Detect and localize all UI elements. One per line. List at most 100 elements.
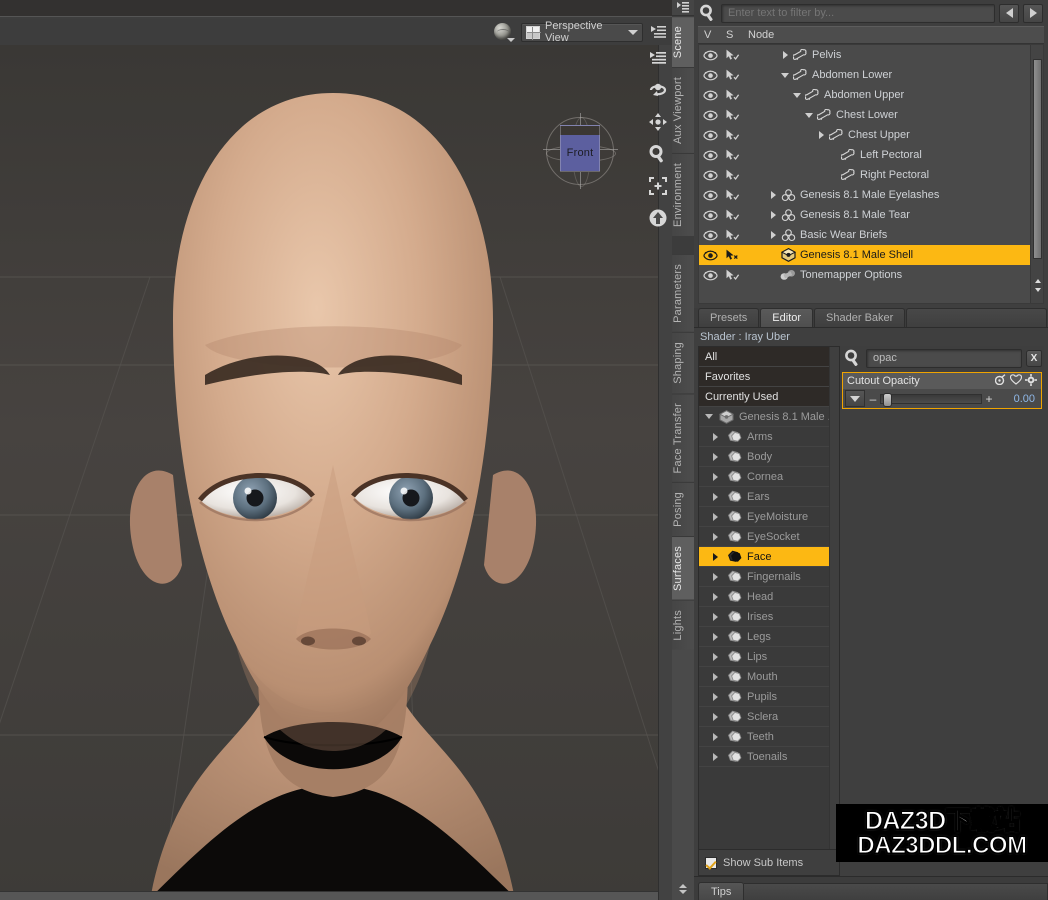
tab-tips[interactable]: Tips (698, 882, 744, 900)
scene-tree-row[interactable]: Genesis 8.1 Male Tear (699, 205, 1043, 225)
scene-tree-row[interactable]: Chest Upper (699, 125, 1043, 145)
pane-options-icon[interactable] (672, 0, 694, 16)
eye-visibility-icon[interactable] (699, 230, 721, 241)
right-arrow-icon[interactable] (1023, 4, 1043, 23)
surface-list-item[interactable]: EyeSocket (699, 527, 839, 547)
chevron-down-icon[interactable] (779, 73, 791, 78)
surface-list-item[interactable]: Lips (699, 647, 839, 667)
search-icon[interactable] (844, 349, 862, 367)
viewport-options-icon[interactable] (648, 22, 668, 42)
frame-selection-icon[interactable] (648, 176, 668, 196)
left-arrow-icon[interactable] (999, 4, 1019, 23)
chevron-right-icon[interactable] (713, 693, 725, 701)
search-icon[interactable] (699, 4, 717, 22)
selectable-cursor-icon[interactable] (721, 109, 743, 121)
eye-visibility-icon[interactable] (699, 170, 721, 181)
surface-list-item[interactable]: Teeth (699, 727, 839, 747)
scene-tree-row[interactable]: Left Pectoral (699, 145, 1043, 165)
scene-tree-row[interactable]: Basic Wear Briefs (699, 225, 1043, 245)
eye-visibility-icon[interactable] (699, 150, 721, 161)
clear-search-button[interactable]: X (1026, 350, 1042, 367)
favorite-heart-icon[interactable] (1010, 374, 1022, 388)
selectable-cursor-icon[interactable] (721, 209, 743, 221)
selectable-cursor-icon[interactable] (721, 249, 743, 261)
property-search-input[interactable] (866, 349, 1022, 368)
scene-filter-input[interactable] (721, 4, 995, 23)
tab-environment[interactable]: Environment (672, 153, 694, 236)
scene-tree-row[interactable]: Tonemapper Options (699, 265, 1043, 285)
tab-scene[interactable]: Scene (672, 16, 694, 67)
eye-visibility-icon[interactable] (699, 210, 721, 221)
surface-list-item[interactable]: Favorites (699, 367, 839, 387)
selectable-cursor-icon[interactable] (721, 189, 743, 201)
selectable-cursor-icon[interactable] (721, 69, 743, 81)
reset-camera-icon[interactable] (648, 208, 668, 228)
scene-tree-row[interactable]: Genesis 8.1 Male Eyelashes (699, 185, 1043, 205)
chevron-right-icon[interactable] (713, 613, 725, 621)
surface-list-item[interactable]: Ears (699, 487, 839, 507)
surface-list-item[interactable]: Irises (699, 607, 839, 627)
surface-list-item[interactable]: Face (699, 547, 839, 567)
tab-editor[interactable]: Editor (760, 308, 813, 327)
eye-visibility-icon[interactable] (699, 50, 721, 61)
tab-surfaces[interactable]: Surfaces (672, 536, 694, 600)
surface-list-item[interactable]: Head (699, 587, 839, 607)
chevron-right-icon[interactable] (713, 573, 725, 581)
selectable-cursor-icon[interactable] (721, 269, 743, 281)
scene-tree-scrollbar[interactable] (1030, 45, 1043, 303)
show-sub-items-row[interactable]: Show Sub Items (698, 850, 840, 876)
chevron-right-icon[interactable] (713, 433, 725, 441)
scene-tree-row[interactable]: Genesis 8.1 Male Shell (699, 245, 1043, 265)
surface-list-item[interactable]: Arms (699, 427, 839, 447)
surface-list-item[interactable]: EyeMoisture (699, 507, 839, 527)
property-slider[interactable] (880, 394, 982, 404)
eye-visibility-icon[interactable] (699, 250, 721, 261)
show-sub-items-checkbox[interactable] (705, 857, 717, 869)
chevron-right-icon[interactable] (779, 51, 791, 59)
chevron-right-icon[interactable] (713, 453, 725, 461)
chevron-right-icon[interactable] (713, 473, 725, 481)
tab-strip-scroll-arrows[interactable] (672, 878, 694, 900)
selectable-cursor-icon[interactable] (721, 129, 743, 141)
chevron-right-icon[interactable] (815, 131, 827, 139)
selectable-cursor-icon[interactable] (721, 49, 743, 61)
viewport-horizontal-scrollbar[interactable] (0, 891, 658, 900)
decrement-button[interactable]: – (867, 393, 879, 405)
property-menu-button[interactable] (845, 390, 865, 407)
gear-icon[interactable] (1025, 374, 1037, 389)
scene-tree-row[interactable]: Pelvis (699, 45, 1043, 65)
surface-list-item[interactable]: Toenails (699, 747, 839, 767)
view-cube[interactable]: Front (543, 113, 618, 193)
tab-aux-viewport[interactable]: Aux Viewport (672, 67, 694, 153)
tab-posing[interactable]: Posing (672, 482, 694, 536)
surface-list-scrollbar[interactable] (829, 347, 839, 849)
orbit-camera-icon[interactable] (648, 80, 668, 100)
surface-list-item[interactable]: Body (699, 447, 839, 467)
tab-presets[interactable]: Presets (698, 308, 759, 327)
chevron-right-icon[interactable] (713, 673, 725, 681)
eye-visibility-icon[interactable] (699, 270, 721, 281)
chevron-right-icon[interactable] (767, 231, 779, 239)
chevron-right-icon[interactable] (713, 653, 725, 661)
eye-visibility-icon[interactable] (699, 70, 721, 81)
surface-list-item[interactable]: Mouth (699, 667, 839, 687)
surface-list-item[interactable]: Sclera (699, 707, 839, 727)
chevron-down-icon[interactable] (705, 414, 717, 419)
surface-list-item[interactable]: Cornea (699, 467, 839, 487)
tab-shader-baker[interactable]: Shader Baker (814, 308, 905, 327)
property-value[interactable]: 0.00 (995, 393, 1041, 405)
scene-tree-row[interactable]: Abdomen Upper (699, 85, 1043, 105)
chevron-right-icon[interactable] (767, 211, 779, 219)
slider-knob[interactable] (883, 393, 892, 407)
scene-tree[interactable]: Pelvis Abdomen Lower Abdomen Upper Chest (698, 44, 1044, 304)
3d-viewport-canvas[interactable]: Front (0, 45, 658, 900)
chevron-down-icon[interactable] (803, 113, 815, 118)
chevron-right-icon[interactable] (713, 493, 725, 501)
view-cube-face-label[interactable]: Front (560, 125, 600, 172)
surface-list-item[interactable]: Fingernails (699, 567, 839, 587)
tab-parameters[interactable]: Parameters (672, 254, 694, 332)
selectable-cursor-icon[interactable] (721, 229, 743, 241)
eye-visibility-icon[interactable] (699, 190, 721, 201)
eye-visibility-icon[interactable] (699, 110, 721, 121)
draw-style-icon[interactable] (494, 22, 516, 42)
